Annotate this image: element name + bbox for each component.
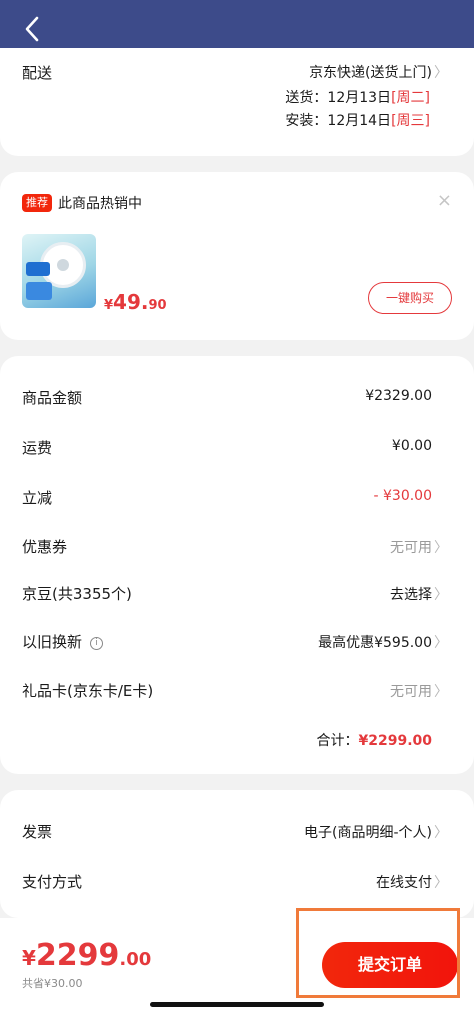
coupon-value[interactable]: 无可用 [390, 537, 432, 557]
price-integer: 49. [113, 290, 149, 314]
invoice-payment-card [0, 790, 474, 918]
invoice-value[interactable]: 电子(商品明细-个人) [304, 822, 432, 842]
price-decimal: 90 [148, 298, 167, 313]
ship-date: 12月13日 [327, 90, 392, 106]
install-date-line[interactable]: 安装：12月14日[周三] [285, 110, 430, 130]
back-button[interactable] [22, 14, 42, 44]
chevron-right-icon[interactable]: 〉 [434, 822, 448, 842]
payment-method-label[interactable]: 支付方式 [22, 871, 82, 892]
install-date: 12月14日 [327, 113, 392, 129]
trade-in-text: 以旧换新 [22, 633, 83, 651]
ship-label: 送货： [285, 90, 328, 106]
jingdou-label[interactable]: 京豆(共3355个) [22, 583, 132, 604]
chevron-right-icon[interactable]: 〉 [434, 537, 448, 557]
delivery-label: 配送 [22, 64, 53, 82]
final-price: ¥2299.00 [22, 938, 151, 973]
install-day: 周三 [396, 113, 425, 129]
chevron-right-icon[interactable]: 〉 [434, 632, 448, 652]
chevron-right-icon[interactable]: 〉 [434, 681, 448, 701]
info-icon[interactable]: i [90, 637, 104, 650]
coupon-label[interactable]: 优惠券 [22, 536, 67, 557]
shipping-fee-label: 运费 [22, 439, 53, 457]
chevron-right-icon[interactable]: 〉 [434, 872, 448, 892]
discount-value: - ¥30.00 [373, 488, 433, 504]
promo-badge [26, 262, 50, 276]
home-indicator[interactable] [150, 1002, 324, 1007]
gift-card-label[interactable]: 礼品卡(京东卡/E卡) [22, 680, 153, 701]
currency-symbol: ¥ [104, 298, 114, 313]
ship-date-line[interactable]: 送货：12月13日[周二] [285, 87, 430, 107]
recommend-title: 此商品热销中 [58, 196, 142, 212]
ship-day: 周二 [396, 90, 425, 106]
shipping-fee-value: ¥0.00 [391, 438, 432, 454]
payment-method-value[interactable]: 在线支付 [376, 872, 432, 892]
invoice-label[interactable]: 发票 [22, 821, 52, 842]
price-integer: 2299 [35, 938, 120, 973]
chevron-right-icon[interactable]: 〉 [434, 584, 448, 604]
recommend-price: ¥49.90 [104, 290, 167, 314]
close-icon[interactable]: × [437, 190, 452, 211]
chevron-left-icon [25, 16, 39, 42]
goods-amount-value: ¥2329.00 [365, 388, 432, 404]
chevron-right-icon[interactable]: 〉 [434, 62, 448, 82]
bracket-close: ] [424, 90, 430, 106]
order-total-line: 合计：¥2299.00 [316, 730, 432, 750]
promo-badge [26, 282, 52, 300]
discount-label: 立减 [22, 489, 53, 507]
bracket-close: ] [424, 113, 430, 129]
currency-symbol: ¥ [22, 946, 36, 970]
trade-in-value[interactable]: 最高优惠¥595.00 [318, 632, 432, 652]
jingdou-value[interactable]: 去选择 [390, 584, 432, 604]
delivery-method[interactable]: 京东快递(送货上门) [309, 62, 432, 82]
total-label: 合计： [316, 733, 359, 749]
gift-card-value[interactable]: 无可用 [390, 681, 432, 701]
one-click-buy-button[interactable]: 一键购买 [368, 282, 452, 314]
total-value: ¥2299.00 [358, 733, 432, 749]
trade-in-label[interactable]: 以旧换新 i [22, 631, 104, 652]
product-thumbnail[interactable] [22, 234, 96, 308]
install-label: 安装： [285, 113, 328, 129]
goods-amount-label: 商品金额 [22, 389, 83, 407]
price-decimal: .00 [119, 949, 152, 970]
saved-amount: 共省¥30.00 [22, 977, 83, 990]
recommend-badge: 推荐 [22, 194, 52, 212]
submit-order-button[interactable]: 提交订单 [322, 942, 458, 988]
order-summary-card [0, 356, 474, 774]
